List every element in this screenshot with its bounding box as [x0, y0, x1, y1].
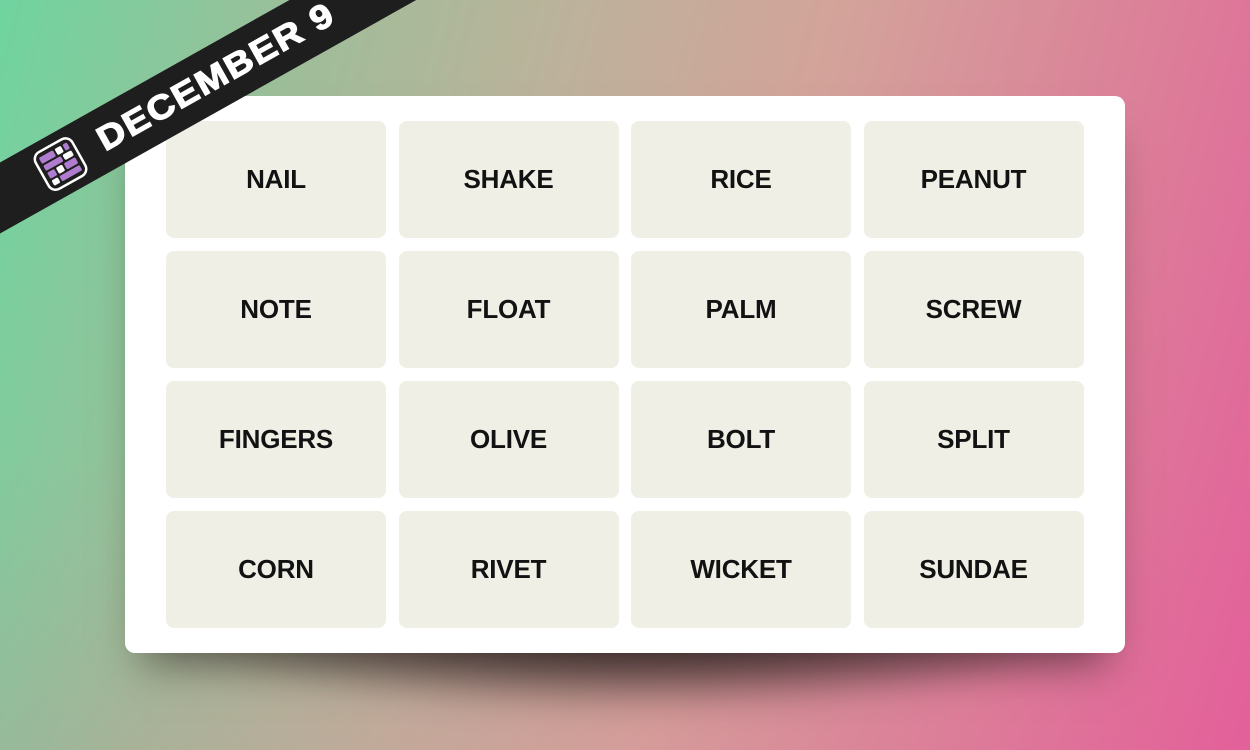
word-tile-label: WICKET [690, 554, 792, 584]
word-tile-label: FLOAT [466, 294, 551, 324]
word-tile-label: RICE [710, 164, 772, 194]
word-tile[interactable]: SPLIT [863, 381, 1084, 498]
word-tile-label: PEANUT [920, 164, 1027, 194]
word-tile[interactable]: WICKET [631, 511, 851, 628]
word-tile-label: FINGERS [218, 424, 334, 454]
word-tile-label: SCREW [925, 294, 1022, 324]
game-board-card: NAIL SHAKE RICE PEANUT NOTE FLOAT PALM S… [125, 96, 1125, 653]
word-tile-label: SHAKE [463, 164, 554, 194]
word-tile-label: OLIVE [469, 424, 547, 454]
word-tile[interactable]: NAIL [166, 121, 386, 238]
word-tile[interactable]: RICE [631, 121, 851, 238]
word-tile-label: CORN [238, 554, 314, 584]
word-tile[interactable]: RIVET [398, 511, 619, 628]
word-tile-label: NOTE [240, 294, 312, 324]
word-tile[interactable]: SCREW [863, 251, 1084, 368]
word-tile-label: NAIL [246, 164, 306, 194]
word-tile[interactable]: CORN [166, 511, 386, 628]
word-tile[interactable]: PEANUT [863, 121, 1084, 238]
word-tile[interactable]: NOTE [166, 251, 386, 368]
connections-grid-icon [33, 137, 88, 191]
word-tile-label: SUNDAE [919, 554, 1028, 584]
word-tile-label: BOLT [706, 424, 776, 454]
word-tile[interactable]: SHAKE [398, 121, 619, 238]
word-tile-label: RIVET [470, 554, 547, 584]
word-tile[interactable]: PALM [631, 251, 851, 368]
word-tile[interactable]: FINGERS [166, 381, 386, 498]
word-tile[interactable]: FLOAT [398, 251, 619, 368]
word-tile[interactable]: BOLT [631, 381, 851, 498]
word-tile-label: PALM [705, 294, 777, 324]
word-grid: NAIL SHAKE RICE PEANUT NOTE FLOAT PALM S… [166, 121, 1084, 628]
word-tile-label: SPLIT [937, 424, 1010, 454]
word-tile[interactable]: SUNDAE [863, 511, 1084, 628]
word-tile[interactable]: OLIVE [398, 381, 619, 498]
